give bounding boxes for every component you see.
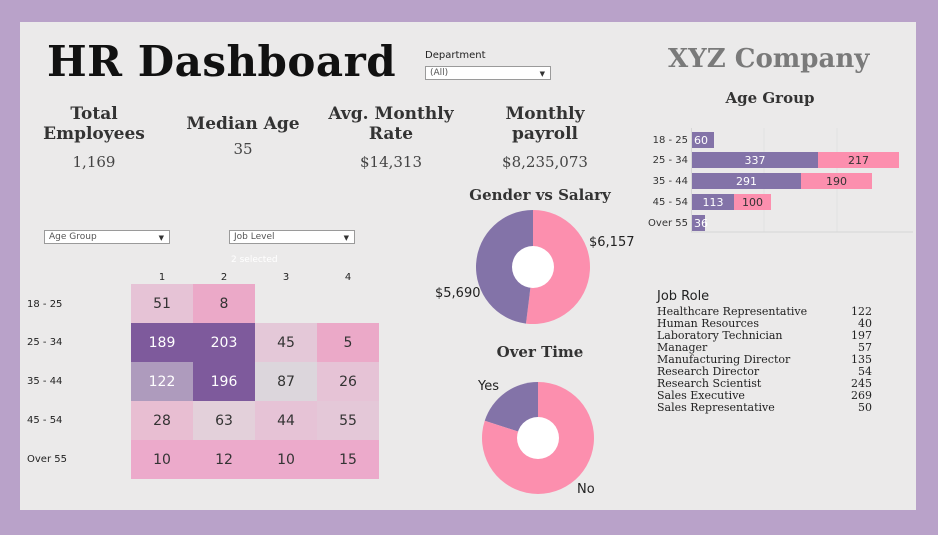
heatmap-cell[interactable]: 55 <box>317 401 379 440</box>
over-time-donut <box>482 382 594 494</box>
age-bar-segment-primary[interactable]: 291 <box>692 173 801 189</box>
page-title: HR Dashboard <box>47 37 397 86</box>
heatmap-cell[interactable]: 12 <box>193 440 255 479</box>
age-bar-segment-primary[interactable]: 36 <box>692 215 708 231</box>
over-time-label: Yes <box>478 379 499 394</box>
age-group-category-label: 25 - 34 <box>652 155 688 166</box>
age-bar-segment-secondary[interactable]: 190 <box>801 173 872 189</box>
heatmap-col-label: 2 <box>220 272 228 283</box>
kpi-title: Median Age <box>186 114 300 134</box>
age-group-category-label: 35 - 44 <box>652 176 688 187</box>
age-group-dropdown-value: Age Group <box>49 232 97 242</box>
heatmap-row-label: 25 - 34 <box>27 337 63 348</box>
over-time-title: Over Time <box>496 343 584 361</box>
age-bar-segment-secondary[interactable]: 217 <box>818 152 899 168</box>
department-filter-label: Department <box>425 50 486 61</box>
heatmap-cell[interactable]: 63 <box>193 401 255 440</box>
age-group-category-label: 45 - 54 <box>652 197 688 208</box>
heatmap-cell[interactable]: 10 <box>131 440 193 479</box>
job-role-title: Job Role <box>657 289 710 304</box>
heatmap-col-label: 4 <box>344 272 352 283</box>
kpi-title: Monthly payroll <box>505 104 585 144</box>
company-name: XYZ Company <box>668 44 870 74</box>
donut-hole <box>512 246 554 288</box>
age-bar-segment-secondary[interactable]: 100 <box>734 194 771 210</box>
kpi-title: Avg. Monthly Rate <box>328 104 454 144</box>
kpi-monthly-payroll: Monthly payroll $8,235,073 <box>480 104 610 171</box>
heatmap-row-label: 35 - 44 <box>27 376 63 387</box>
heatmap-cell[interactable]: 44 <box>255 401 317 440</box>
job-role-name: Sales Representative <box>657 401 775 414</box>
age-group-dropdown[interactable]: Age Group ▼ <box>44 230 170 244</box>
heatmap-cell[interactable]: 87 <box>255 362 317 401</box>
heatmap-cell[interactable]: 196 <box>193 362 255 401</box>
heatmap-cell[interactable]: 122 <box>131 362 193 401</box>
gender-salary-label: $6,157 <box>589 235 635 250</box>
heatmap-cell[interactable]: 10 <box>255 440 317 479</box>
kpi-title: Total Employees <box>43 104 145 144</box>
kpi-avg-monthly-rate: Avg. Monthly Rate $14,313 <box>326 104 456 171</box>
heatmap-cell[interactable]: 5 <box>317 323 379 362</box>
donut-hole <box>517 417 559 459</box>
kpi-median-age: Median Age 35 <box>183 114 303 158</box>
job-role-row: Sales Representative 50 <box>657 402 872 414</box>
chevron-down-icon: ▼ <box>158 234 164 242</box>
age-bar-segment-primary[interactable]: 60 <box>692 132 714 148</box>
gender-salary-donut <box>476 210 590 324</box>
heatmap-row-label: 45 - 54 <box>27 415 63 426</box>
kpi-value: $8,235,073 <box>502 153 588 171</box>
heatmap-row-label: 18 - 25 <box>27 299 63 310</box>
kpi-value: $14,313 <box>359 153 423 171</box>
age-group-category-label: 18 - 25 <box>652 135 688 146</box>
department-dropdown-value: (All) <box>430 68 449 78</box>
job-level-selection-note: 2 selected <box>231 255 278 265</box>
department-dropdown[interactable]: (All) ▼ <box>425 66 551 80</box>
job-level-dropdown[interactable]: Job Level ▼ <box>229 230 355 244</box>
heatmap-cell[interactable]: 28 <box>131 401 193 440</box>
age-group-category-label: Over 55 <box>648 218 688 229</box>
heatmap-cell[interactable]: 26 <box>317 362 379 401</box>
gender-salary-title: Gender vs Salary <box>469 186 611 204</box>
heatmap-cell[interactable]: 15 <box>317 440 379 479</box>
chevron-down-icon: ▼ <box>343 234 349 242</box>
job-level-dropdown-value: Job Level <box>234 232 275 242</box>
age-group-chart-title: Age Group <box>725 89 815 107</box>
heatmap-col-label: 1 <box>158 272 166 283</box>
heatmap-cell[interactable]: 8 <box>193 284 255 323</box>
gender-salary-label: $5,690 <box>435 286 481 301</box>
heatmap-col-label: 3 <box>282 272 290 283</box>
heatmap-cell[interactable]: 203 <box>193 323 255 362</box>
kpi-total-employees: Total Employees 1,169 <box>40 104 148 171</box>
kpi-value: 1,169 <box>72 153 116 171</box>
heatmap-cell[interactable]: 51 <box>131 284 193 323</box>
heatmap-cell[interactable]: 45 <box>255 323 317 362</box>
heatmap-cell[interactable]: 189 <box>131 323 193 362</box>
heatmap-row-label: Over 55 <box>27 454 67 465</box>
age-bar-segment-primary[interactable]: 113 <box>692 194 734 210</box>
job-role-count: 50 <box>858 401 872 414</box>
age-bar-segment-primary[interactable]: 337 <box>692 152 818 168</box>
chevron-down-icon: ▼ <box>539 70 545 78</box>
kpi-value: 35 <box>233 140 253 158</box>
over-time-label: No <box>577 482 595 497</box>
